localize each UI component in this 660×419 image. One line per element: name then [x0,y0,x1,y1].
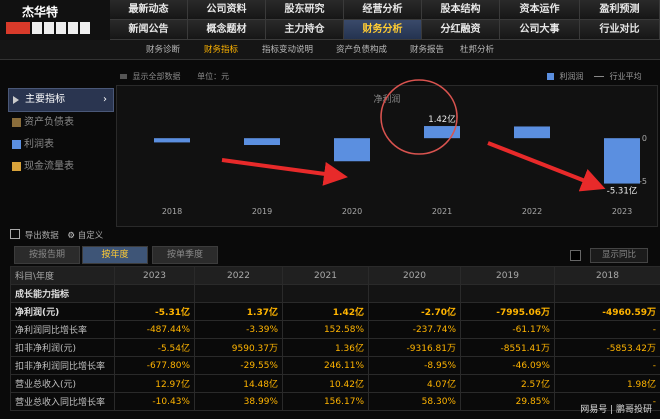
table-cell: 10.42亿 [282,374,369,393]
section-cell [368,284,461,303]
table-cell: -4960.59万 [554,302,660,321]
table-cell: -2.70亿 [368,302,461,321]
export-icon[interactable] [10,229,20,239]
section-label: 成长能力指标 [10,284,115,303]
row-label: 营业总收入同比增长率 [10,392,115,411]
table-cell: -3.39% [194,320,283,339]
table-cell: -10.43% [114,392,195,411]
period-tab[interactable]: 按年度 [82,246,148,264]
financial-indicator-table: 科目\年度 2023 2022 2021 2020 2019 2018 成长能力指标 净利润(元… [10,266,660,411]
table-cell: -5.31亿 [114,302,195,321]
table-cell: 29.85% [460,392,555,411]
table-cell: 156.17% [282,392,369,411]
table-row[interactable]: 净利润(元) -5.31亿 1.37亿 1.42亿 -2.70亿 -7995.06万 -49… [10,302,660,321]
table-cell: -237.74% [368,320,461,339]
section-cell [194,284,283,303]
table-cell: -9316.81万 [368,338,461,357]
table-cell: 14.48亿 [194,374,283,393]
row-label: 扣非净利润同比增长率 [10,356,115,375]
gear-icon[interactable]: ⚙ [67,231,75,241]
period-tab[interactable]: 按单季度 [152,246,218,264]
column-header[interactable]: 2019 [460,266,555,285]
table-cell: 38.99% [194,392,283,411]
column-header[interactable]: 2023 [114,266,195,285]
section-row: 成长能力指标 [10,284,660,303]
table-cell: -8.95% [368,356,461,375]
section-cell [460,284,555,303]
table-cell: -677.80% [114,356,195,375]
table-cell: 1.37亿 [194,302,283,321]
table-cell: -5853.42万 [554,338,660,357]
column-header[interactable]: 2020 [368,266,461,285]
table-cell: 246.11% [282,356,369,375]
table-cell: - [554,356,660,375]
table-cell: - [554,320,660,339]
row-label: 净利润(元) [10,302,115,321]
table-cell: 58.30% [368,392,461,411]
watermark: 网易号 | 鹏哥投研 [580,405,652,415]
table-cell: -5.54亿 [114,338,195,357]
column-header[interactable]: 2018 [554,266,660,285]
highlight-circle [380,79,458,155]
table-row[interactable]: 扣非净利润同比增长率 -677.80% -29.55% 246.11% -8.95% -4… [10,356,660,375]
arrow-icon [221,158,348,186]
table-cell: -8551.41万 [460,338,555,357]
period-tab[interactable]: 按报告期 [14,246,80,264]
table-cell: 2.57亿 [460,374,555,393]
table-cell: 1.42亿 [282,302,369,321]
column-header[interactable]: 科目\年度 [10,266,115,285]
table-cell: 9590.37万 [194,338,283,357]
row-label: 净利润同比增长率 [10,320,115,339]
table-header-row: 科目\年度 2023 2022 2021 2020 2019 2018 [10,266,660,285]
table-cell: 12.97亿 [114,374,195,393]
table-cell: 152.58% [282,320,369,339]
row-label: 扣非净利润(元) [10,338,115,357]
export-button[interactable]: 导出数据 [25,231,59,241]
table-cell: 4.07亿 [368,374,461,393]
customize-button[interactable]: 自定义 [78,231,104,241]
table-row[interactable]: 营业总收入同比增长率 -10.43% 38.99% 156.17% 58.30% 29.8… [10,392,660,411]
table-cell: 1.98亿 [554,374,660,393]
table-row[interactable]: 营业总收入(元) 12.97亿 14.48亿 10.42亿 4.07亿 2.57亿 1.98… [10,374,660,393]
table-cell: -7995.06万 [460,302,555,321]
table-cell: -61.17% [460,320,555,339]
section-cell [114,284,195,303]
table-cell: -46.09% [460,356,555,375]
compare-checkbox[interactable] [570,250,581,261]
table-cell: -487.44% [114,320,195,339]
row-label: 营业总收入(元) [10,374,115,393]
section-cell [282,284,369,303]
toolbar: 导出数据 ⚙ 自定义 [10,229,103,241]
section-cell [554,284,660,303]
table-cell: 1.36亿 [282,338,369,357]
table-row[interactable]: 净利润同比增长率 -487.44% -3.39% 152.58% -237.74% -61… [10,320,660,339]
column-header[interactable]: 2022 [194,266,283,285]
column-header[interactable]: 2021 [282,266,369,285]
arrow-icon [487,141,606,192]
compare-yoy-button[interactable]: 显示同比 [590,248,648,263]
table-row[interactable]: 扣非净利润(元) -5.54亿 9590.37万 1.36亿 -9316.81万 -855… [10,338,660,357]
table-cell: -29.55% [194,356,283,375]
